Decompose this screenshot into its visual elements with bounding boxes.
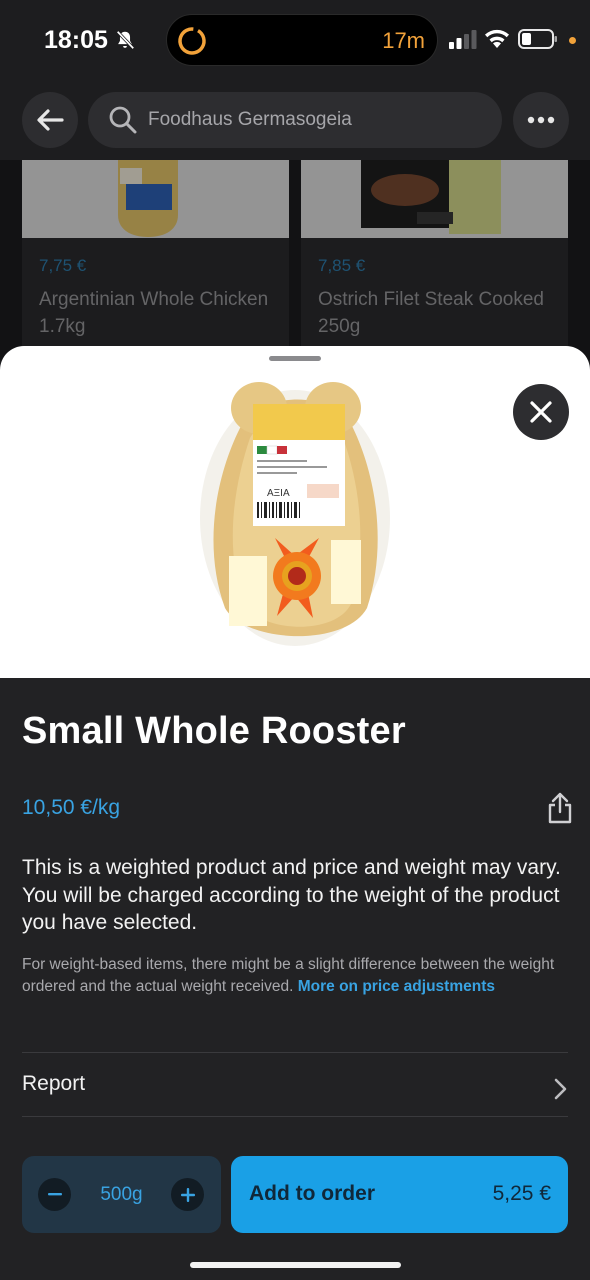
status-bar: 18:05 17m [0,0,590,82]
more-icon [527,116,555,124]
wifi-icon [485,29,509,48]
status-time: 18:05 [44,26,108,54]
home-indicator[interactable] [190,1262,401,1268]
add-to-order-label: Add to order [249,1182,375,1205]
back-arrow-icon [37,109,64,131]
divider [22,1116,568,1117]
report-label: Report [22,1072,86,1095]
chevron-right-icon [554,1078,567,1100]
increase-button[interactable] [171,1178,204,1211]
product-title: Small Whole Rooster [22,710,406,752]
battery-icon [518,29,557,49]
weight-description: This is a weighted product and price and… [22,856,561,934]
label-text: ΑΞΙΑ [267,488,290,499]
price-adjustments-link[interactable]: More on price adjustments [298,978,495,995]
product-image-area: ΑΞΙΑ [0,346,590,678]
timer-icon [178,27,206,55]
timer-text: 17m [382,28,425,53]
product-detail-sheet: ΑΞΙΑ Small Whole Rooster 10,50 €/kg This… [0,346,590,1280]
weight-note: For weight-based items, there might be a… [22,954,568,998]
product-image: ΑΞΙΑ [200,382,390,646]
close-icon [530,401,552,423]
back-button[interactable] [22,92,78,148]
search-bar[interactable]: Foodhaus Germasogeia [88,92,502,148]
unit-price: 10,50 €/kg [22,796,121,819]
share-icon[interactable] [546,792,574,824]
bell-slash-icon [116,30,135,50]
background-dim-overlay [0,160,590,360]
order-total: 5,25 € [492,1182,551,1205]
report-row[interactable]: Report [0,1052,590,1116]
search-text: Foodhaus Germasogeia [148,109,352,130]
sheet-grabber[interactable] [269,356,321,361]
add-to-order-button[interactable]: Add to order 5,25 € [231,1156,568,1233]
quantity-stepper: 500g [22,1156,221,1233]
search-icon [109,106,137,134]
plus-icon [180,1187,195,1202]
close-button[interactable] [513,384,569,440]
dynamic-island[interactable]: 17m [166,14,438,66]
signal-icon [449,30,477,49]
more-button[interactable] [513,92,569,148]
privacy-indicator-dot [569,37,576,44]
top-bar: Foodhaus Germasogeia [0,82,590,160]
